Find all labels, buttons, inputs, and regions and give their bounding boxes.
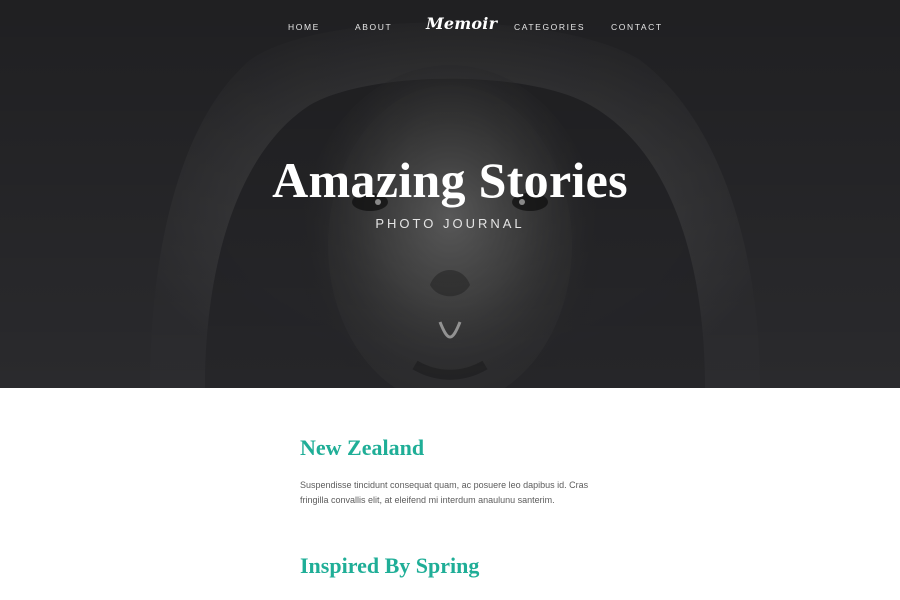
- blog-post-list: New Zealand Suspendisse tincidunt conseq…: [0, 388, 900, 600]
- post-excerpt: Suspendisse tincidunt consequat quam, ac…: [300, 480, 589, 505]
- post-title[interactable]: New Zealand: [300, 434, 424, 462]
- site-logo[interactable]: Memoir: [426, 14, 497, 33]
- hero-section: HOME ABOUT Memoir CATEGORIES CONTACT Ama…: [0, 0, 900, 388]
- nav-home-link[interactable]: HOME: [288, 22, 320, 32]
- hero-subtitle: PHOTO JOURNAL: [375, 216, 525, 231]
- top-navigation: HOME ABOUT Memoir CATEGORIES CONTACT: [0, 0, 900, 56]
- hero-title: Amazing Stories: [272, 152, 628, 208]
- nav-contact-link[interactable]: CONTACT: [611, 22, 663, 32]
- nav-categories-link[interactable]: CATEGORIES: [514, 22, 585, 32]
- post-title[interactable]: Inspired By Spring: [300, 552, 479, 580]
- nav-about-link[interactable]: ABOUT: [355, 22, 392, 32]
